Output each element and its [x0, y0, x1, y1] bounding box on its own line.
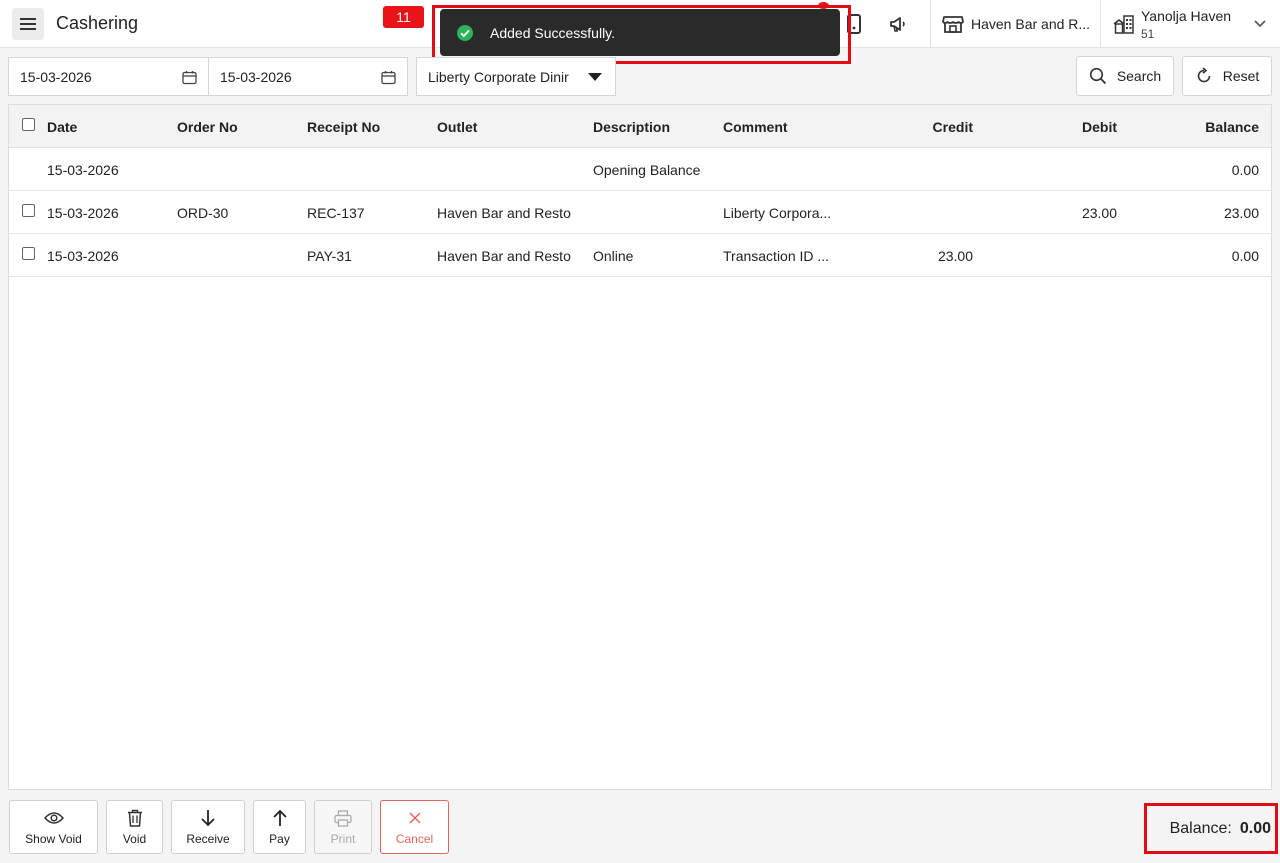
- header-balance[interactable]: Balance: [1205, 119, 1259, 135]
- transactions-table: Date Order No Receipt No Outlet Descript…: [8, 104, 1272, 790]
- success-toast: Added Successfully.: [440, 9, 840, 56]
- table-row[interactable]: 15-03-2026 Opening Balance 0.00: [9, 148, 1271, 191]
- cell-balance: 23.00: [1223, 205, 1259, 221]
- page-title: Cashering: [56, 13, 139, 33]
- property-name[interactable]: Yanolja Haven: [1141, 8, 1231, 24]
- cell-receipt-no: REC-137: [307, 205, 365, 221]
- notification-badge[interactable]: 11: [383, 6, 424, 28]
- cell-date: 15-03-2026: [47, 248, 119, 264]
- header-divider: [930, 0, 931, 48]
- property-dropdown[interactable]: [1252, 16, 1268, 32]
- caret-down-icon: [588, 73, 602, 81]
- table-header: Date Order No Receipt No Outlet Descript…: [9, 105, 1271, 148]
- pay-label: Pay: [269, 832, 290, 846]
- void-button[interactable]: Void: [106, 800, 163, 854]
- receive-button[interactable]: Receive: [171, 800, 245, 854]
- calendar-icon[interactable]: [381, 70, 396, 85]
- printer-icon: [334, 809, 352, 827]
- account-select[interactable]: Liberty Corporate Dinir: [416, 57, 616, 96]
- header-debit[interactable]: Debit: [1082, 119, 1117, 135]
- pay-button[interactable]: Pay: [253, 800, 306, 854]
- show-void-label: Show Void: [25, 832, 82, 846]
- cell-description: Opening Balance: [593, 162, 701, 178]
- arrow-up-icon: [272, 809, 287, 826]
- void-label: Void: [122, 832, 147, 846]
- cancel-button[interactable]: Cancel: [380, 800, 449, 854]
- row-checkbox[interactable]: [22, 204, 35, 217]
- refresh-icon: [1197, 67, 1211, 83]
- hamburger-icon: [20, 18, 36, 30]
- header-receipt-no[interactable]: Receipt No: [307, 119, 380, 135]
- balance-value: 0.00: [1239, 819, 1271, 837]
- eye-icon: [43, 812, 64, 824]
- cell-debit: 23.00: [1081, 205, 1117, 221]
- header-credit[interactable]: Credit: [933, 119, 973, 135]
- outlet-selector[interactable]: Haven Bar and R...: [971, 16, 1090, 32]
- header-divider: [1100, 0, 1101, 48]
- cell-credit: 23.00: [937, 248, 973, 264]
- from-date-value: 15-03-2026: [20, 69, 92, 85]
- header-description[interactable]: Description: [593, 119, 670, 135]
- calendar-icon[interactable]: [182, 70, 197, 85]
- to-date-value: 15-03-2026: [220, 69, 292, 85]
- cell-description: Online: [593, 248, 634, 264]
- header-outlet[interactable]: Outlet: [437, 119, 477, 135]
- reset-button-label: Reset: [1222, 68, 1260, 84]
- header-comment[interactable]: Comment: [723, 119, 788, 135]
- receive-label: Receive: [186, 832, 230, 846]
- cell-comment: Liberty Corpora...: [723, 205, 832, 221]
- to-date-field[interactable]: 15-03-2026: [208, 57, 408, 96]
- cell-outlet: Haven Bar and Resto: [437, 205, 571, 221]
- cell-date: 15-03-2026: [47, 162, 119, 178]
- account-select-value: Liberty Corporate Dinir: [428, 69, 569, 85]
- search-button-label: Search: [1116, 68, 1162, 84]
- cell-balance: 0.00: [1231, 162, 1259, 178]
- cell-date: 15-03-2026: [47, 205, 119, 221]
- show-void-button[interactable]: Show Void: [9, 800, 98, 854]
- property-id: 51: [1141, 27, 1155, 41]
- megaphone-icon: [890, 17, 905, 32]
- check-circle-icon: [457, 24, 473, 41]
- menu-button[interactable]: [12, 8, 44, 40]
- cell-order-no: ORD-30: [177, 205, 229, 221]
- hotel-icon-wrap: [1112, 12, 1136, 36]
- header-date[interactable]: Date: [47, 119, 77, 135]
- store-icon: [942, 16, 964, 33]
- cell-balance: 0.00: [1231, 248, 1259, 264]
- header-order-no[interactable]: Order No: [177, 119, 238, 135]
- select-all-checkbox[interactable]: [22, 118, 35, 131]
- toast-message: Added Successfully.: [490, 24, 616, 41]
- arrow-down-icon: [201, 810, 215, 827]
- print-button[interactable]: Print: [314, 800, 372, 854]
- reset-button[interactable]: Reset: [1182, 56, 1272, 96]
- search-button[interactable]: Search: [1076, 56, 1174, 96]
- print-label: Print: [330, 832, 356, 846]
- balance-summary: Balance: 0.00: [1144, 803, 1278, 854]
- row-checkbox[interactable]: [22, 247, 35, 260]
- chevron-down-icon: [1254, 20, 1266, 28]
- cancel-label: Cancel: [395, 832, 434, 846]
- table-row[interactable]: 15-03-2026 PAY-31 Haven Bar and Resto On…: [9, 234, 1271, 277]
- cell-comment: Transaction ID ...: [723, 248, 830, 264]
- cell-receipt-no: PAY-31: [307, 248, 352, 264]
- table-row[interactable]: 15-03-2026 ORD-30 REC-137 Haven Bar and …: [9, 191, 1271, 234]
- search-icon: [1089, 67, 1106, 85]
- cell-outlet: Haven Bar and Resto: [437, 248, 571, 264]
- balance-label: Balance:: [1169, 819, 1232, 837]
- close-icon: [408, 812, 421, 824]
- building-icon: [1113, 15, 1134, 34]
- from-date-field[interactable]: 15-03-2026: [8, 57, 209, 96]
- outlet-icon-wrap: [941, 12, 965, 36]
- trash-icon: [127, 809, 142, 827]
- announcement-button[interactable]: [886, 12, 910, 36]
